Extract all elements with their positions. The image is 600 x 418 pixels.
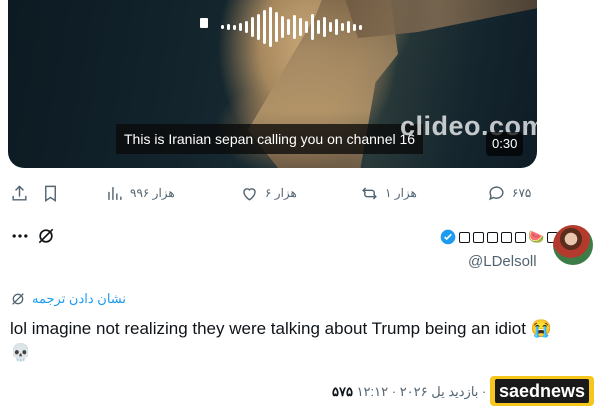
- author-display-name[interactable]: 🍉: [440, 229, 558, 245]
- like-button[interactable]: ۶ هزار: [240, 178, 297, 208]
- name-glyph-box: [472, 231, 484, 243]
- tweet-action-bar: ۹۹۶ هزار ۶ هزار ۱ هزار ۶۷۵: [0, 178, 600, 208]
- bookmark-icon: [45, 185, 56, 202]
- verified-badge-icon: [440, 229, 456, 245]
- tweet-text: lol imagine not realizing they were talk…: [10, 316, 590, 342]
- share-icon: [12, 184, 27, 201]
- retweets-count: ۱ هزار: [385, 186, 417, 200]
- author-avatar[interactable]: [553, 225, 593, 265]
- bookmark-button[interactable]: [41, 178, 60, 208]
- name-glyph-box: [514, 231, 526, 243]
- name-glyph-box: [500, 231, 512, 243]
- audio-waveform: [221, 6, 362, 48]
- retweet-button[interactable]: ۱ هزار: [360, 178, 417, 208]
- retweet-icon: [362, 186, 377, 200]
- saednews-logo: saednews: [490, 376, 594, 406]
- replies-count: ۶۷۵: [512, 186, 532, 200]
- video-caption: This is Iranian sepan calling you on cha…: [116, 124, 424, 154]
- tweet-meta: ۵۷۵ بازدید یل ۲۰۲۶ · ۱۲:۱۲ ·: [332, 384, 486, 400]
- likes-count: ۶ هزار: [265, 186, 297, 200]
- views-bar-icon: [108, 186, 122, 200]
- views-count: ۹۹۶ هزار: [130, 186, 175, 200]
- tweet-body-text: lol imagine not realizing they were talk…: [10, 319, 526, 338]
- name-glyph-box: [458, 231, 470, 243]
- reply-icon: [489, 185, 504, 200]
- views-count-meta: ۵۷۵: [332, 384, 353, 399]
- watermelon-emoji: 🍉: [528, 229, 545, 244]
- author-handle[interactable]: @LDelsoll: [468, 253, 537, 270]
- heart-icon: [243, 187, 256, 201]
- more-options-icon[interactable]: [10, 226, 30, 246]
- views-button[interactable]: ۹۹۶ هزار: [105, 178, 175, 208]
- satellite-land-north: [338, 0, 537, 38]
- grok-icon[interactable]: [36, 226, 56, 246]
- share-button[interactable]: [10, 178, 29, 208]
- translate-label: نشان دادن ترجمه: [32, 291, 126, 306]
- translate-link[interactable]: نشان دادن ترجمه: [10, 291, 126, 307]
- grok-translate-icon: [12, 293, 24, 305]
- logo-text: saednews: [494, 379, 590, 403]
- video-player[interactable]: This is Iranian sepan calling you on cha…: [8, 0, 537, 168]
- reply-button[interactable]: ۶۷۵: [487, 178, 531, 208]
- crying-emoji: 😭: [530, 319, 552, 338]
- name-glyph-box: [486, 231, 498, 243]
- speaker-icon: [200, 18, 208, 28]
- video-duration: 0:30: [486, 132, 524, 156]
- skull-emoji: 💀: [10, 343, 32, 362]
- views-label-meta: بازدید: [448, 384, 479, 399]
